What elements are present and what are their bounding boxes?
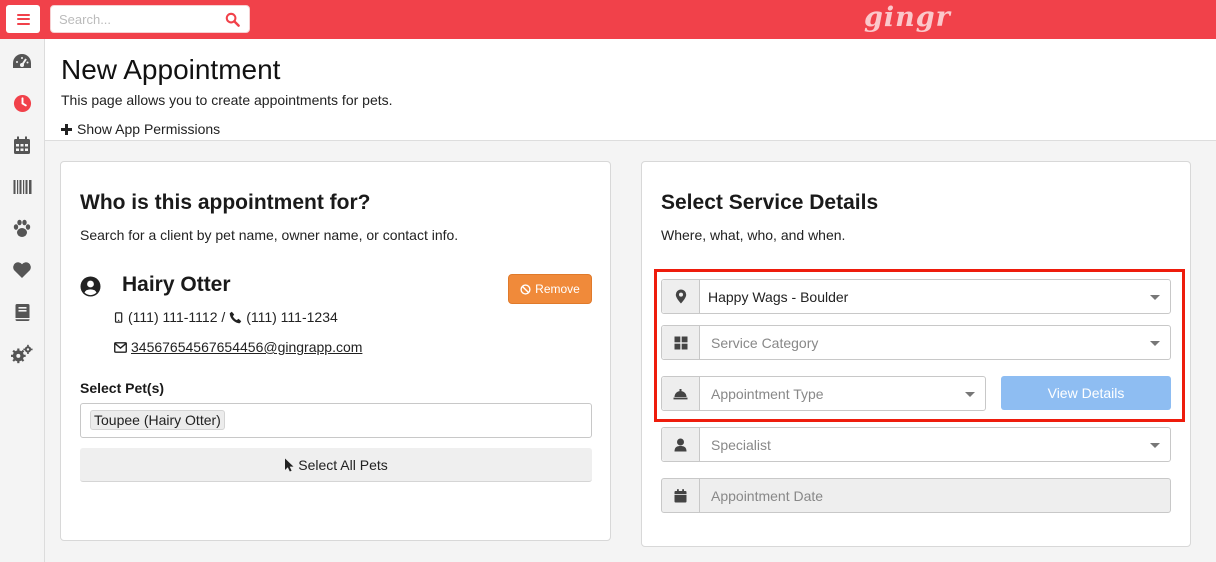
- envelope-icon: [114, 341, 127, 353]
- search-box: [50, 5, 250, 33]
- email-link[interactable]: 34567654567654456@gingrapp.com: [131, 339, 362, 355]
- menu-toggle-button[interactable]: [6, 5, 40, 33]
- client-card: Who is this appointment for? Search for …: [60, 161, 611, 541]
- page-subtitle: This page allows you to create appointme…: [61, 92, 393, 108]
- mobile-number[interactable]: (111) 111-1112: [128, 309, 218, 325]
- pet-tag[interactable]: Toupee (Hairy Otter): [90, 410, 225, 430]
- remove-label: Remove: [535, 282, 580, 296]
- remove-client-button[interactable]: Remove: [508, 274, 592, 304]
- phone-icon: [229, 311, 242, 323]
- service-card-title: Select Service Details: [661, 191, 879, 214]
- show-permissions-label: Show App Permissions: [77, 121, 221, 137]
- calendar-icon: [674, 488, 687, 502]
- appointment-date-field[interactable]: Appointment Date: [661, 478, 1171, 513]
- chevron-down-icon: [1150, 443, 1160, 448]
- barcode-icon[interactable]: [11, 176, 33, 198]
- select-all-pets-button[interactable]: Select All Pets: [80, 448, 592, 482]
- page-title: New Appointment: [61, 54, 281, 85]
- phone-separator: /: [217, 309, 230, 325]
- book-icon[interactable]: [11, 301, 33, 323]
- appointment-date-addon: [662, 479, 700, 512]
- specialist-placeholder: Specialist: [711, 437, 771, 453]
- show-permissions-link[interactable]: Show App Permissions: [61, 121, 220, 137]
- page-header: New Appointment This page allows you to …: [45, 39, 1216, 141]
- clock-icon[interactable]: [11, 92, 33, 114]
- select-all-label: Select All Pets: [298, 456, 388, 473]
- sidebar: [0, 39, 45, 562]
- gingr-logo[interactable]: gingr: [864, 2, 951, 33]
- highlight-box: [654, 269, 1185, 422]
- phone-row: (111) 111-1112 / (111) 111-1234: [114, 309, 338, 325]
- user-circle-icon: [80, 276, 101, 297]
- select-pets-label: Select Pet(s): [80, 380, 165, 396]
- client-name: Hairy Otter: [122, 273, 231, 296]
- specialist-select[interactable]: Specialist: [661, 427, 1171, 462]
- paw-icon[interactable]: [11, 217, 33, 239]
- calendar-icon[interactable]: [11, 134, 33, 156]
- client-card-subtitle: Search for a client by pet name, owner n…: [80, 227, 459, 243]
- dashboard-icon[interactable]: [11, 51, 33, 73]
- search-icon[interactable]: [225, 12, 240, 27]
- hamburger-icon: [16, 13, 30, 25]
- cursor-icon: [285, 458, 294, 471]
- search-input[interactable]: [59, 9, 219, 29]
- user-icon: [674, 438, 687, 451]
- ban-icon: [520, 283, 531, 295]
- service-card-subtitle: Where, what, who, and when.: [661, 227, 846, 243]
- client-card-title: Who is this appointment for?: [80, 191, 371, 214]
- phone-number[interactable]: (111) 111-1234: [246, 309, 338, 325]
- top-bar: gingr: [0, 0, 1216, 39]
- heart-icon[interactable]: [11, 259, 33, 281]
- appointment-date-placeholder: Appointment Date: [711, 488, 824, 504]
- email-row: 34567654567654456@gingrapp.com: [114, 339, 362, 355]
- cogs-icon[interactable]: [11, 343, 33, 365]
- select-pets-field[interactable]: Toupee (Hairy Otter): [80, 403, 592, 438]
- plus-icon: [61, 123, 72, 135]
- specialist-addon: [662, 428, 700, 461]
- mobile-icon: [114, 311, 123, 323]
